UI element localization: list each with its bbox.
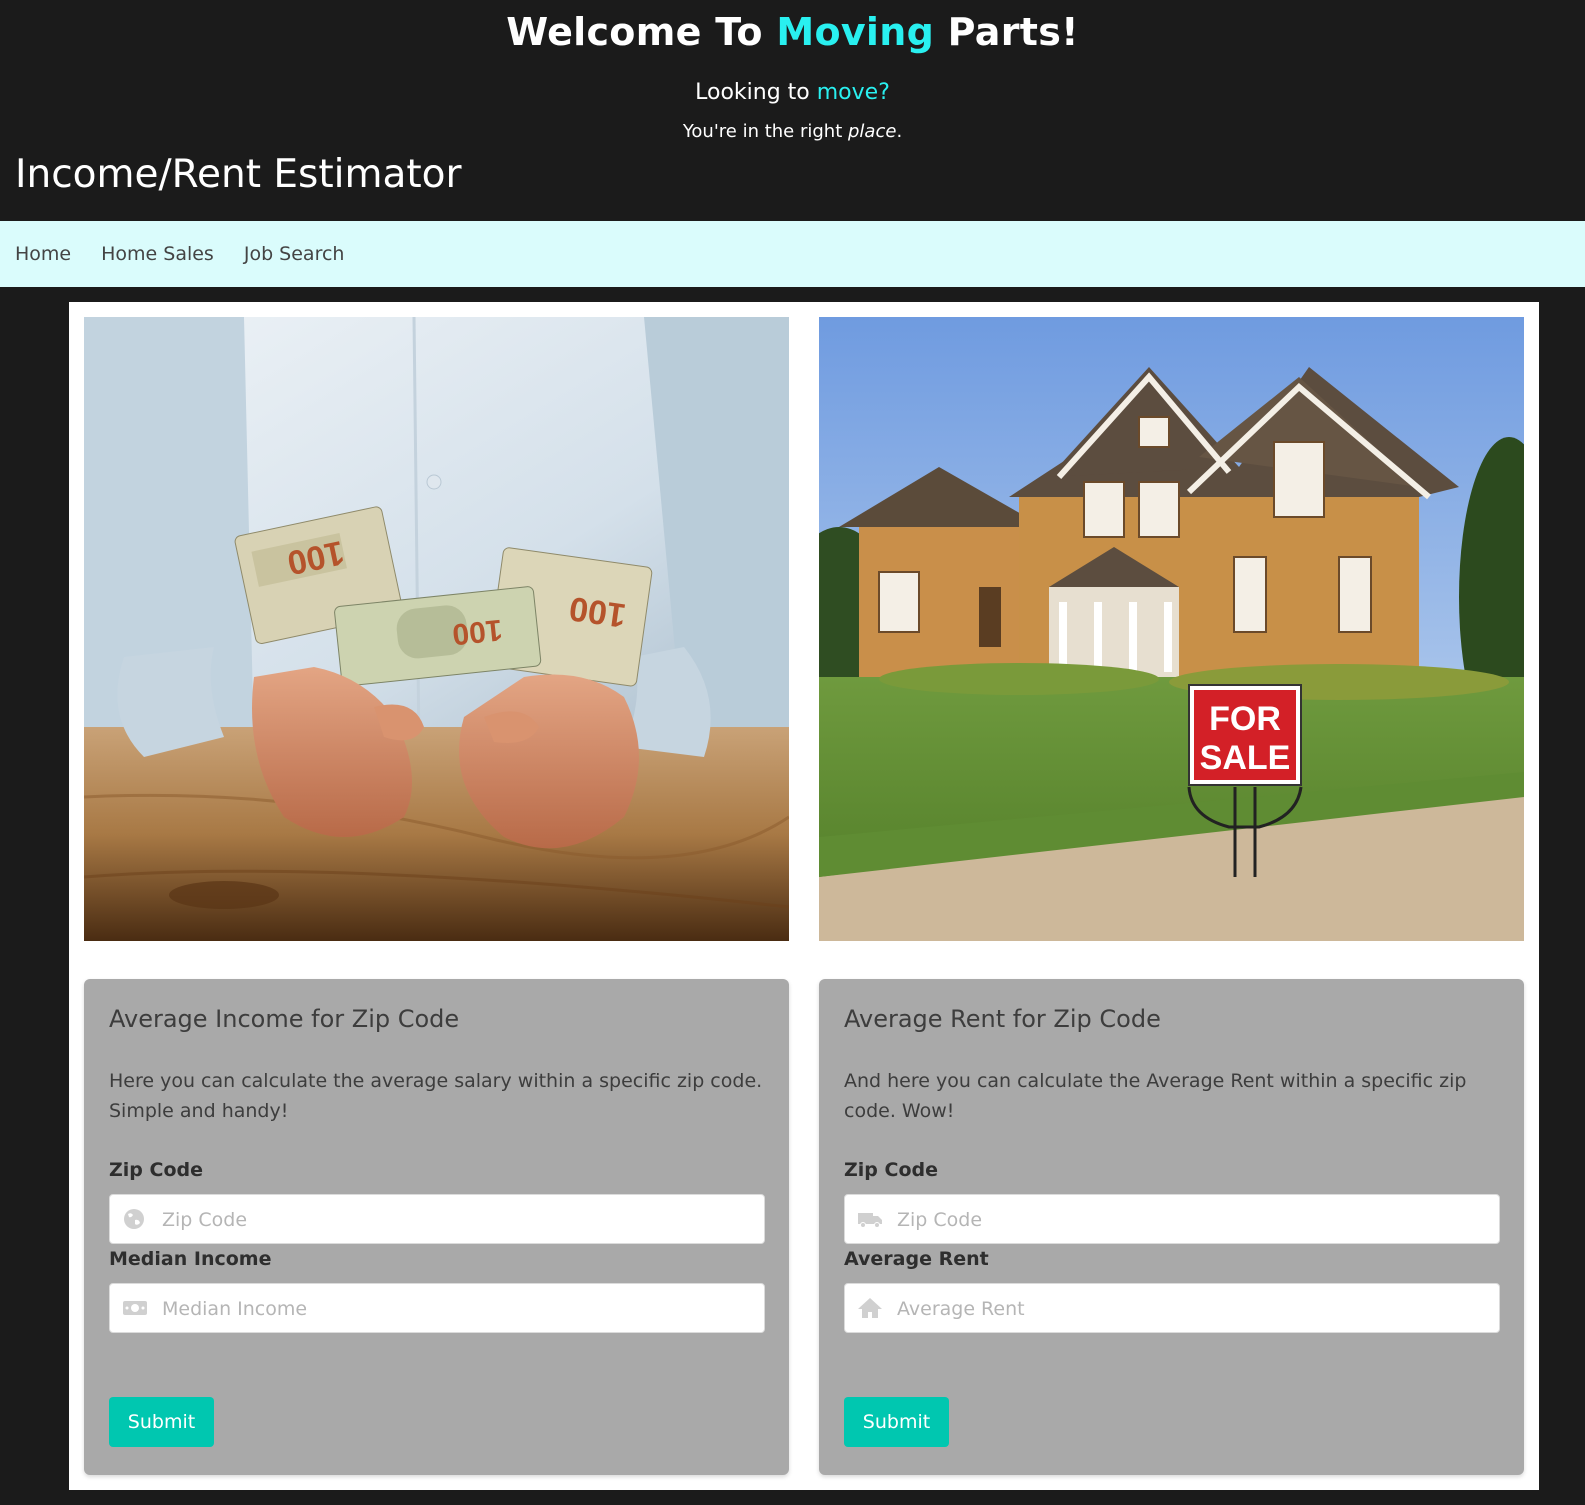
rent-card-description: And here you can calculate the Average R… (844, 1070, 1467, 1122)
hero-title: Welcome To Moving Parts! (0, 10, 1585, 54)
nav-item-home[interactable]: Home (15, 243, 71, 265)
hero-title-part2: Parts! (934, 10, 1079, 54)
median-income-input[interactable] (160, 1284, 754, 1334)
hero-banner: Welcome To Moving Parts! Looking to move… (0, 0, 1585, 221)
rent-zip-input[interactable] (895, 1195, 1489, 1245)
average-rent-input[interactable] (895, 1284, 1489, 1334)
rent-card-title: Average Rent for Zip Code (844, 1005, 1161, 1033)
median-income-label: Median Income (109, 1248, 272, 1270)
hero-tagline-text: You're in the right (682, 121, 848, 142)
sign-line2: SALE (1200, 739, 1291, 777)
hero-tagline-end: . (896, 121, 903, 142)
money-photo: 100 100 100 (84, 317, 789, 941)
hero-title-part1: Welcome To (506, 10, 777, 54)
sign-line1: FOR (1209, 700, 1281, 738)
truck-icon (857, 1207, 883, 1231)
income-zip-label: Zip Code (109, 1159, 203, 1181)
main-container: 100 100 100 FOR SALE Average Income for … (69, 302, 1539, 1490)
income-card-title: Average Income for Zip Code (109, 1005, 460, 1033)
hero-tagline-italic: place (848, 121, 897, 142)
nav-item-home-sales[interactable]: Home Sales (101, 243, 214, 265)
income-zip-input[interactable] (160, 1195, 754, 1245)
house-illustration: FOR SALE (819, 317, 1524, 941)
rent-zip-label: Zip Code (844, 1159, 938, 1181)
money-icon (122, 1296, 148, 1320)
hero-subtitle-text: Looking to (695, 80, 817, 105)
hero-subtitle-accent: move? (816, 80, 890, 105)
home-icon (857, 1296, 883, 1320)
nav-item-job-search[interactable]: Job Search (244, 243, 345, 265)
top-navbar: Home Home Sales Job Search (0, 221, 1585, 287)
hero-tagline: You're in the right place. (0, 121, 1585, 142)
income-card-description: Here you can calculate the average salar… (109, 1070, 763, 1122)
svg-text:100: 100 (451, 613, 504, 651)
hero-subtitle: Looking to move? (0, 80, 1585, 105)
svg-text:100: 100 (567, 589, 628, 635)
income-zip-field[interactable] (109, 1194, 765, 1245)
income-card: Average Income for Zip Code Here you can… (84, 979, 789, 1475)
house-photo: FOR SALE (819, 317, 1524, 941)
average-rent-field[interactable] (844, 1283, 1500, 1334)
globe-icon (122, 1207, 148, 1231)
page-title: Income/Rent Estimator (15, 152, 462, 197)
money-illustration: 100 100 100 (84, 317, 789, 941)
rent-zip-field[interactable] (844, 1194, 1500, 1245)
hero-title-accent: Moving (776, 10, 935, 54)
income-submit-button[interactable]: Submit (109, 1397, 214, 1447)
average-rent-label: Average Rent (844, 1248, 989, 1270)
rent-card: Average Rent for Zip Code And here you c… (819, 979, 1524, 1475)
median-income-field[interactable] (109, 1283, 765, 1334)
rent-submit-button[interactable]: Submit (844, 1397, 949, 1447)
